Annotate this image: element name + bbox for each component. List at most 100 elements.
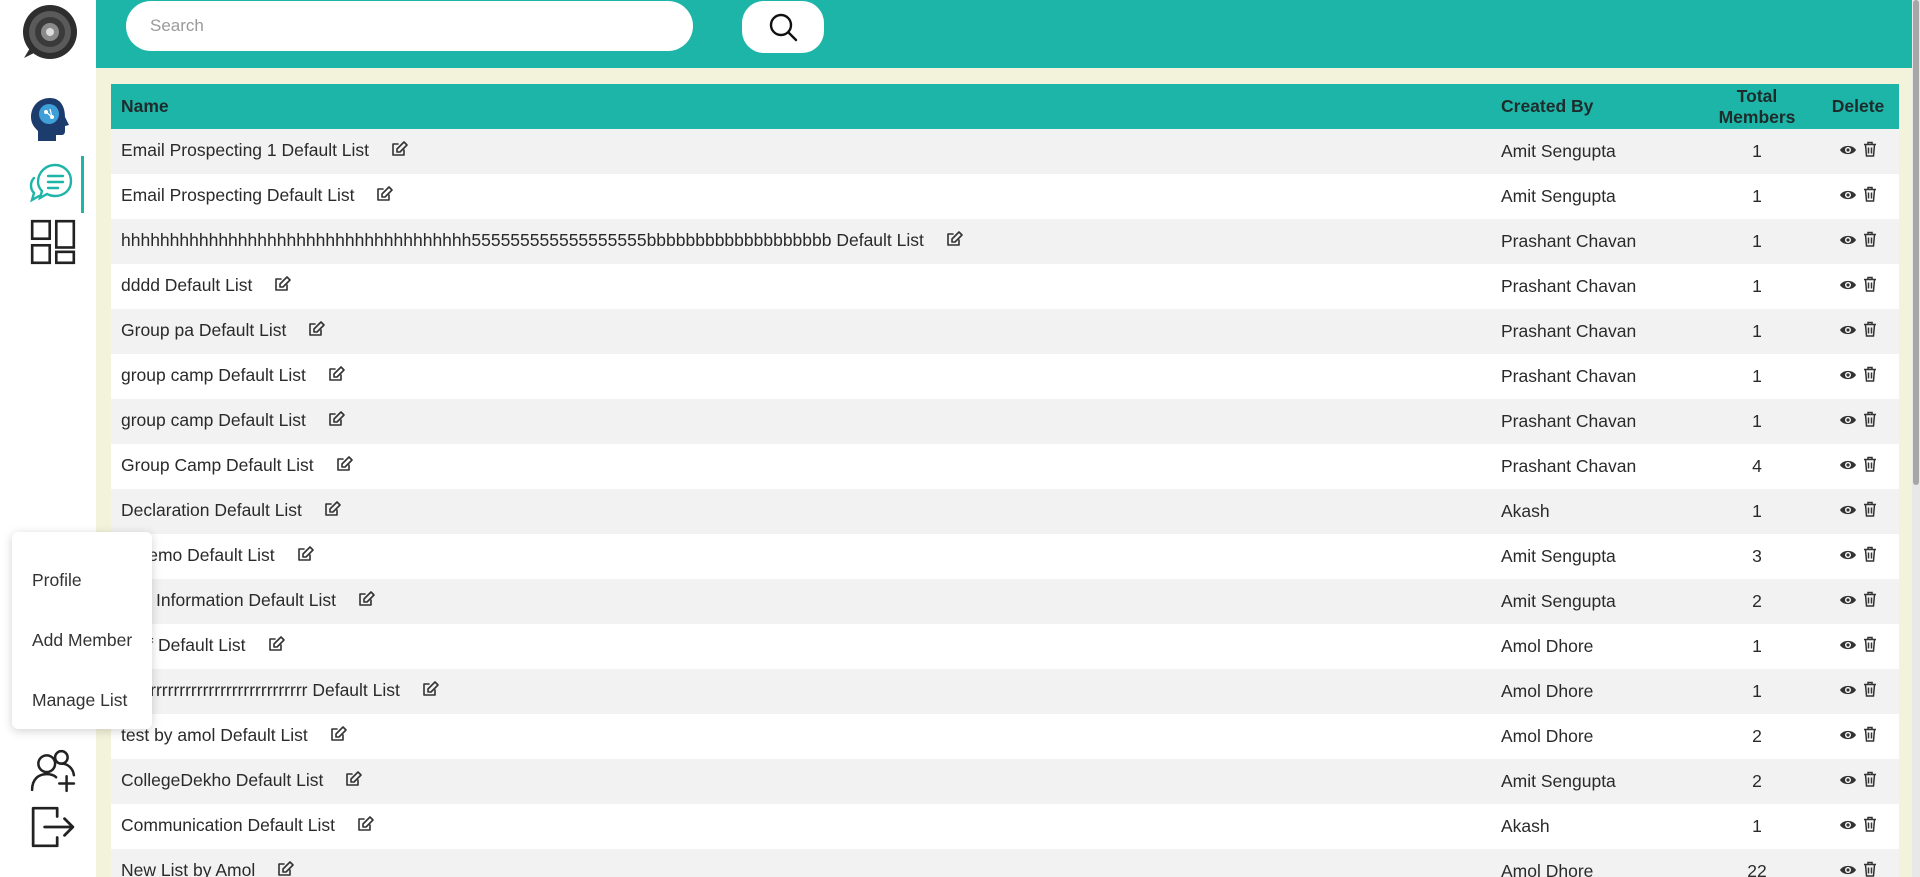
table-row[interactable]: fffffff Default List Amol Dhore 1 [111,624,1899,669]
view-icon[interactable] [1839,591,1857,612]
edit-icon[interactable] [357,815,375,838]
view-icon[interactable] [1839,771,1857,792]
chat-icon[interactable] [28,160,74,206]
delete-icon[interactable] [1863,546,1877,567]
delete-icon[interactable] [1863,681,1877,702]
delete-icon[interactable] [1863,411,1877,432]
cell-total-members: 1 [1752,636,1762,656]
edit-icon[interactable] [277,860,295,877]
header-created-by[interactable]: Created By [1491,84,1697,129]
delete-icon[interactable] [1863,726,1877,747]
view-icon[interactable] [1839,816,1857,837]
view-icon[interactable] [1839,546,1857,567]
edit-icon[interactable] [324,500,342,523]
menu-item-profile[interactable]: Profile [32,570,82,591]
edit-icon[interactable] [391,140,409,163]
table-row[interactable]: Group pa Default List Prashant Chavan 1 [111,309,1899,354]
scrollbar-thumb[interactable] [1913,0,1919,485]
header-name[interactable]: Name [111,84,1491,129]
menu-item-add-member[interactable]: Add Member [32,630,132,651]
edit-icon[interactable] [328,365,346,388]
edit-icon[interactable] [297,545,315,568]
view-icon[interactable] [1839,186,1857,207]
view-icon[interactable] [1839,456,1857,477]
edit-icon[interactable] [376,185,394,208]
delete-icon[interactable] [1863,141,1877,162]
delete-icon[interactable] [1863,636,1877,657]
list-name[interactable]: dddd Default List [121,275,252,295]
list-name[interactable]: rrrrrrrrrrrrrrrrrrrrrrrrrrrrrrrr Default… [121,680,400,700]
table-row[interactable]: group camp Default List Prashant Chavan 1 [111,399,1899,444]
edit-icon[interactable] [268,635,286,658]
view-icon[interactable] [1839,276,1857,297]
cell-created-by: Prashant Chavan [1501,276,1637,296]
header-total-members[interactable]: Total Members [1697,84,1817,129]
view-icon[interactable] [1839,366,1857,387]
table-row[interactable]: dddd Default List Prashant Chavan 1 [111,264,1899,309]
menu-item-manage-list[interactable]: Manage List [32,690,127,711]
edit-icon[interactable] [330,725,348,748]
list-name[interactable]: group camp Default List [121,365,306,385]
delete-icon[interactable] [1863,771,1877,792]
view-icon[interactable] [1839,636,1857,657]
table-row[interactable]: ture Information Default List Amit Sengup… [111,579,1899,624]
table-row[interactable]: Email Prospecting Default List Amit Sengu… [111,174,1899,219]
list-name[interactable]: Declaration Default List [121,500,302,520]
edit-icon[interactable] [422,680,440,703]
view-icon[interactable] [1839,861,1857,877]
delete-icon[interactable] [1863,816,1877,837]
edit-icon[interactable] [328,410,346,433]
table-row[interactable]: test by amol Default List Amol Dhore 2 [111,714,1899,759]
view-icon[interactable] [1839,411,1857,432]
table-row[interactable]: rrrrrrrrrrrrrrrrrrrrrrrrrrrrrrrr Default… [111,669,1899,714]
table-row[interactable]: lr Demo Default List Amit Sengupta 3 [111,534,1899,579]
table-row[interactable]: Declaration Default List Akash 1 [111,489,1899,534]
list-name[interactable]: Group Camp Default List [121,455,314,475]
edit-icon[interactable] [946,230,964,253]
table-row[interactable]: CollegeDekho Default List Amit Sengupta 2 [111,759,1899,804]
brain-icon[interactable] [28,96,74,142]
table-row[interactable]: New List by Amol Amol Dhore 22 [111,849,1899,877]
delete-icon[interactable] [1863,456,1877,477]
dashboard-icon[interactable] [30,219,76,265]
delete-icon[interactable] [1863,501,1877,522]
table-row[interactable]: Communication Default List Akash 1 [111,804,1899,849]
list-name[interactable]: group camp Default List [121,410,306,430]
delete-icon[interactable] [1863,186,1877,207]
delete-icon[interactable] [1863,231,1877,252]
edit-icon[interactable] [358,590,376,613]
delete-icon[interactable] [1863,276,1877,297]
table-row[interactable]: hhhhhhhhhhhhhhhhhhhhhhhhhhhhhhhhhhhh5555… [111,219,1899,264]
delete-icon[interactable] [1863,591,1877,612]
delete-icon[interactable] [1863,321,1877,342]
view-icon[interactable] [1839,321,1857,342]
logo-icon[interactable] [22,4,78,60]
list-name[interactable]: CollegeDekho Default List [121,770,323,790]
list-name[interactable]: Group pa Default List [121,320,286,340]
list-name[interactable]: ture Information Default List [121,590,336,610]
table-row[interactable]: Group Camp Default List Prashant Chavan 4 [111,444,1899,489]
list-name[interactable]: Email Prospecting Default List [121,185,354,205]
list-name[interactable]: New List by Amol [121,860,255,877]
table-row[interactable]: Email Prospecting 1 Default List Amit Sen… [111,129,1899,174]
delete-icon[interactable] [1863,861,1877,877]
cell-actions [1817,354,1899,399]
edit-icon[interactable] [336,455,354,478]
edit-icon[interactable] [274,275,292,298]
view-icon[interactable] [1839,231,1857,252]
edit-icon[interactable] [345,770,363,793]
view-icon[interactable] [1839,501,1857,522]
list-name[interactable]: hhhhhhhhhhhhhhhhhhhhhhhhhhhhhhhhhhhh5555… [121,230,924,250]
view-icon[interactable] [1839,726,1857,747]
view-icon[interactable] [1839,141,1857,162]
view-icon[interactable] [1839,681,1857,702]
table-row[interactable]: group camp Default List Prashant Chavan 1 [111,354,1899,399]
delete-icon[interactable] [1863,366,1877,387]
add-user-icon[interactable] [30,748,76,794]
edit-icon[interactable] [308,320,326,343]
list-name[interactable]: Communication Default List [121,815,335,835]
search-input[interactable] [126,1,693,51]
list-name[interactable]: Email Prospecting 1 Default List [121,140,369,160]
search-button[interactable] [742,1,824,53]
logout-icon[interactable] [30,804,76,850]
